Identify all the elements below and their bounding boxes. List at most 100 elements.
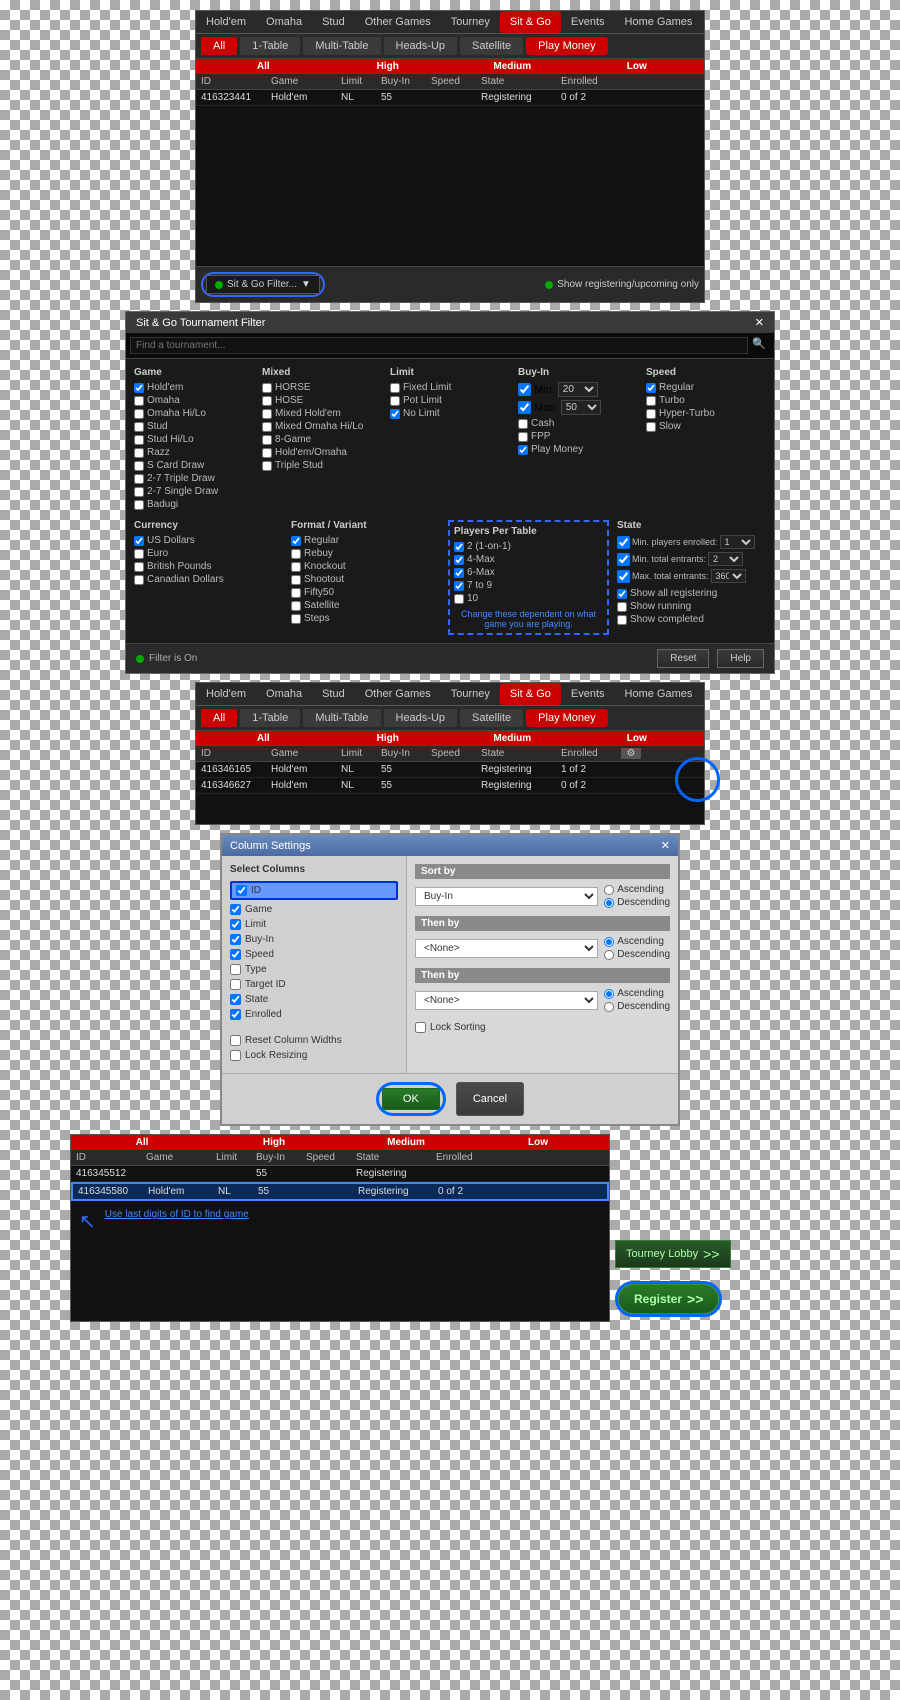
col-h-enrolled-1[interactable]: Enrolled [561, 76, 621, 87]
col-h-state-5[interactable]: State [356, 1152, 436, 1163]
col-cb-id-input[interactable] [236, 885, 247, 896]
cb-6max-input[interactable] [454, 568, 464, 578]
cb-maxtotal-input[interactable] [617, 570, 630, 583]
nav-home-2[interactable]: Home Games [615, 683, 703, 705]
section-all-2[interactable]: All [201, 733, 326, 744]
col-cb-targetid-input[interactable] [230, 979, 241, 990]
cb-holdemomaha-input[interactable] [262, 448, 272, 458]
col-cb-enrolled-input[interactable] [230, 1009, 241, 1020]
cb-hose-input[interactable] [262, 396, 272, 406]
register-btn[interactable]: Register >> [618, 1284, 719, 1314]
subnav-playmoney-2[interactable]: Play Money [526, 709, 607, 727]
col-h-limit-2[interactable]: Limit [341, 748, 381, 759]
cb-euro-input[interactable] [134, 549, 144, 559]
cb-turbo-input[interactable] [646, 396, 656, 406]
search-input[interactable] [130, 337, 748, 354]
cb-badugi-input[interactable] [134, 500, 144, 510]
cb-8game-input[interactable] [262, 435, 272, 445]
subnav-satellite-1[interactable]: Satellite [460, 37, 523, 55]
cb-nolimit-input[interactable] [390, 409, 400, 419]
col-h-buyin-1[interactable]: Buy-In [381, 76, 431, 87]
subnav-multitable-1[interactable]: Multi-Table [303, 37, 380, 55]
cb-max-input[interactable] [518, 401, 531, 414]
cb-1on1-input[interactable] [454, 542, 464, 552]
data-row-2-1[interactable]: 416346627 Hold'em NL 55 Registering 0 of… [196, 778, 704, 794]
nav-sitgo-1[interactable]: Sit & Go [500, 11, 561, 33]
subnav-headsup-2[interactable]: Heads-Up [384, 709, 458, 727]
col-h-id-5[interactable]: ID [76, 1152, 146, 1163]
cb-holdem-input[interactable] [134, 383, 144, 393]
sortby-select[interactable]: Buy-In <None> ID Game Limit Speed State [415, 887, 598, 906]
cb-4max-input[interactable] [454, 555, 464, 565]
max-select[interactable]: 50 [561, 400, 601, 415]
tourney-lobby-btn[interactable]: Tourney Lobby >> [615, 1240, 731, 1268]
help-btn[interactable]: Help [717, 649, 764, 668]
col-h-limit-1[interactable]: Limit [341, 76, 381, 87]
section-all-1[interactable]: All [201, 61, 326, 72]
col-cb-type-input[interactable] [230, 964, 241, 975]
col-h-id-2[interactable]: ID [201, 748, 271, 759]
subnav-1table-1[interactable]: 1-Table [240, 37, 300, 55]
search-icon[interactable]: 🔍 [748, 337, 770, 354]
subnav-playmoney-1[interactable]: Play Money [526, 37, 607, 55]
cb-27single-input[interactable] [134, 487, 144, 497]
cb-shootout-input[interactable] [291, 575, 301, 585]
col-cb-buyin-input[interactable] [230, 934, 241, 945]
cb-showrun-input[interactable] [617, 602, 627, 612]
filter-btn-1[interactable]: Sit & Go Filter... ▼ [206, 275, 320, 294]
cb-fregular-input[interactable] [291, 536, 301, 546]
cb-mixedomaha-input[interactable] [262, 422, 272, 432]
min-players-select[interactable]: 1 [720, 535, 755, 549]
section-low-5[interactable]: Low [472, 1137, 604, 1148]
cb-cash-input[interactable] [518, 419, 528, 429]
thenby1-asc-radio[interactable] [604, 937, 614, 947]
cb-mintotal-input[interactable] [617, 553, 630, 566]
cb-showcomplete-input[interactable] [617, 615, 627, 625]
cb-playmoney-input[interactable] [518, 445, 528, 455]
nav-events-1[interactable]: Events [561, 11, 615, 33]
col-h-limit-5[interactable]: Limit [216, 1152, 256, 1163]
col-h-state-2[interactable]: State [481, 748, 561, 759]
cb-hyperturbo-input[interactable] [646, 409, 656, 419]
sortby-asc-radio[interactable] [604, 885, 614, 895]
subnav-1table-2[interactable]: 1-Table [240, 709, 300, 727]
sortby-desc-radio[interactable] [604, 898, 614, 908]
thenby2-desc-radio[interactable] [604, 1002, 614, 1012]
cb-27triple-input[interactable] [134, 474, 144, 484]
subnav-headsup-1[interactable]: Heads-Up [384, 37, 458, 55]
nav-events-2[interactable]: Events [561, 683, 615, 705]
reset-btn[interactable]: Reset [657, 649, 709, 668]
cb-usd-input[interactable] [134, 536, 144, 546]
subnav-all-1[interactable]: All [201, 37, 237, 55]
lock-sorting-input[interactable] [415, 1022, 426, 1033]
col-cb-speed-input[interactable] [230, 949, 241, 960]
thenby1-select[interactable]: <None> [415, 939, 598, 958]
cb-fpp-input[interactable] [518, 432, 528, 442]
close-icon-colsettings[interactable]: ✕ [661, 839, 670, 852]
subnav-satellite-2[interactable]: Satellite [460, 709, 523, 727]
thenby2-select[interactable]: <None> [415, 991, 598, 1010]
data-row-5-1[interactable]: 416345580 Hold'em NL 55 Registering 0 of… [71, 1182, 609, 1201]
cb-stud-input[interactable] [134, 422, 144, 432]
subnav-multitable-2[interactable]: Multi-Table [303, 709, 380, 727]
cb-10-input[interactable] [454, 594, 464, 604]
col-cb-state-input[interactable] [230, 994, 241, 1005]
cancel-button[interactable]: Cancel [456, 1082, 524, 1116]
min-select[interactable]: 20 [558, 382, 598, 397]
cb-satellite-input[interactable] [291, 601, 301, 611]
cb-regular-input[interactable] [646, 383, 656, 393]
nav-sitgo-2[interactable]: Sit & Go [500, 683, 561, 705]
cb-omaha-input[interactable] [134, 396, 144, 406]
cb-rebuy-input[interactable] [291, 549, 301, 559]
close-icon-filter[interactable]: ✕ [755, 316, 764, 329]
col-cb-limit-input[interactable] [230, 919, 241, 930]
cb-fixed-input[interactable] [390, 383, 400, 393]
cb-omahahilo-input[interactable] [134, 409, 144, 419]
col-h-buyin-5[interactable]: Buy-In [256, 1152, 306, 1163]
subnav-all-2[interactable]: All [201, 709, 237, 727]
nav-tourney-2[interactable]: Tourney [441, 683, 500, 705]
section-high-1[interactable]: High [326, 61, 451, 72]
nav-holdem-1[interactable]: Hold'em [196, 11, 256, 33]
nav-stud-2[interactable]: Stud [312, 683, 355, 705]
data-row-2-0[interactable]: 416346165 Hold'em NL 55 Registering 1 of… [196, 762, 704, 778]
